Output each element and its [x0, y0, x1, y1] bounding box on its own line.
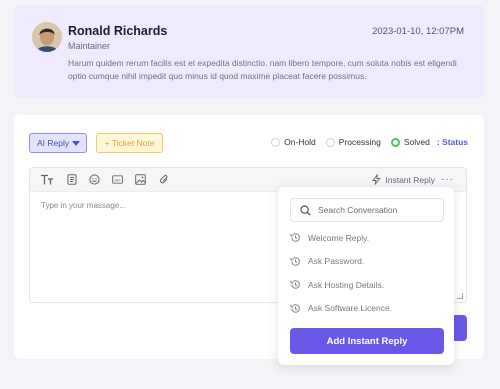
- text-size-icon[interactable]: [40, 174, 54, 185]
- sender-role: Maintainer: [68, 41, 111, 51]
- radio-dot: [271, 137, 281, 147]
- ai-reply-label: AI Reply: [37, 138, 70, 148]
- status-processing-radio[interactable]: Processing: [325, 137, 381, 147]
- avatar: [32, 22, 62, 52]
- status-solved-radio[interactable]: Solved: [390, 137, 430, 147]
- sender-name: Ronald Richards: [68, 24, 168, 38]
- instant-reply-popover: Welcome Reply. Ask Password. Ask Hosting…: [278, 187, 454, 365]
- resize-handle[interactable]: [457, 293, 463, 299]
- instant-reply-label: Ask Software Licence.: [308, 303, 393, 314]
- search-input[interactable]: [318, 205, 438, 215]
- radio-dot: [390, 137, 400, 147]
- instant-reply-label: Welcome Reply.: [308, 232, 370, 243]
- search-conversation-field[interactable]: [290, 198, 444, 222]
- instant-reply-list: Welcome Reply. Ask Password. Ask Hosting…: [290, 232, 392, 326]
- instant-reply-item[interactable]: Ask Password.: [290, 256, 392, 267]
- instant-reply-item[interactable]: Welcome Reply.: [290, 232, 392, 243]
- message-timestamp: 2023-01-10, 12:07PM: [372, 26, 464, 37]
- status-link[interactable]: : Status: [437, 137, 468, 147]
- image-icon[interactable]: [135, 174, 146, 185]
- status-label: On-Hold: [284, 137, 316, 147]
- instant-reply-label: Ask Password.: [308, 256, 365, 267]
- ticket-note-button[interactable]: + Ticket Note: [96, 133, 163, 153]
- history-icon: [290, 303, 301, 314]
- editor-placeholder: Type in your massage...: [41, 201, 126, 210]
- ai-reply-dropdown[interactable]: AI Reply: [29, 133, 87, 153]
- instant-reply-label: Instant Reply: [385, 174, 435, 185]
- status-radio-group: On-Hold Processing Solved : Status: [261, 137, 468, 147]
- history-icon: [290, 279, 301, 290]
- instant-reply-label: Ask Hosting Details.: [308, 279, 385, 290]
- attachment-icon[interactable]: [158, 174, 169, 185]
- instant-reply-button[interactable]: Instant Reply ···: [372, 174, 454, 185]
- chevron-down-icon: [72, 141, 80, 146]
- more-icon[interactable]: ···: [441, 174, 454, 185]
- instant-reply-item[interactable]: Ask Software Licence.: [290, 303, 392, 314]
- status-label: Processing: [338, 137, 381, 147]
- gif-icon[interactable]: GIF: [112, 174, 123, 185]
- radio-dot: [325, 137, 335, 147]
- message-body: Harum quidem rerum facilis est et expedi…: [68, 58, 457, 81]
- instant-reply-item[interactable]: Ask Hosting Details.: [290, 279, 392, 290]
- lightning-icon: [372, 174, 382, 185]
- emoji-icon[interactable]: [89, 174, 100, 185]
- document-icon[interactable]: [66, 174, 77, 185]
- history-icon: [290, 232, 301, 243]
- search-icon: [300, 204, 311, 216]
- status-label: Solved: [403, 137, 430, 147]
- message-card: Ronald Richards Maintainer 2023-01-10, 1…: [14, 5, 484, 98]
- add-instant-reply-button[interactable]: Add Instant Reply: [290, 328, 444, 354]
- history-icon: [290, 256, 301, 267]
- status-on-hold-radio[interactable]: On-Hold: [271, 137, 316, 147]
- svg-text:GIF: GIF: [114, 179, 121, 183]
